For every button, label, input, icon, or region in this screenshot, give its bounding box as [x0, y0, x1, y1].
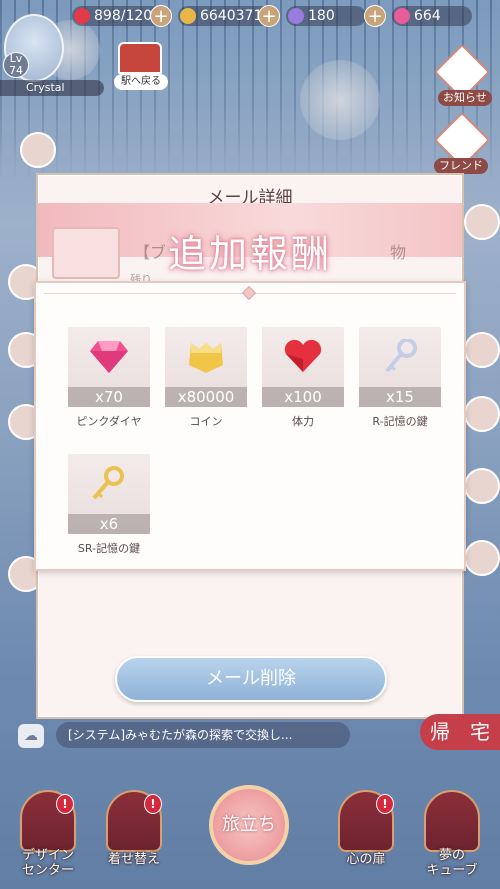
player-name: Crystal	[0, 80, 104, 96]
stamina-counter: 898/120	[72, 6, 162, 26]
dream-cube-button[interactable]	[424, 790, 480, 852]
silver-key-icon	[385, 339, 417, 373]
add-purple-gem-button[interactable]: +	[364, 5, 386, 27]
return-station-button[interactable]: 駅へ戻る	[114, 40, 168, 90]
reward-item-box: x70	[68, 327, 150, 407]
add-stamina-button[interactable]: +	[150, 5, 172, 27]
reward-panel: x70 ピンクダイヤ x80000 コイン x100 体力 x15 R-記憶の鍵…	[34, 281, 466, 571]
dress-up-label: 着せ替え	[107, 852, 160, 867]
gold-key-icon	[92, 466, 124, 500]
tabidachi-button[interactable]: 旅立ち	[209, 785, 289, 865]
dream-cube-label: 夢の キューブ	[426, 848, 478, 878]
reward-item[interactable]: x100 体力	[262, 327, 344, 429]
reward-name: ピンクダイヤ	[76, 415, 142, 428]
reward-quantity: x15	[359, 387, 441, 407]
coin-icon	[180, 8, 196, 24]
friends-label: フレンド	[434, 158, 488, 174]
purple-gem-counter: 180	[286, 6, 366, 26]
pink-gem-counter: 664	[392, 6, 472, 26]
reward-item[interactable]: x6 SR-記憶の鍵	[68, 454, 150, 556]
ornament-icon	[241, 285, 257, 301]
design-center-label: デザイン センター	[21, 848, 74, 878]
pink-gem-icon	[394, 8, 410, 24]
notification-badge: !	[144, 794, 162, 814]
side-button[interactable]	[464, 396, 500, 432]
heart-icon	[284, 339, 322, 372]
reward-name: 体力	[292, 415, 314, 428]
player-level-badge: Lv 74	[3, 52, 29, 78]
reward-quantity: x100	[262, 387, 344, 407]
side-button[interactable]	[464, 468, 500, 504]
delete-mail-button[interactable]: メール削除	[115, 656, 387, 702]
reward-name: コイン	[189, 415, 223, 428]
heart-icon	[74, 8, 90, 24]
reward-title: 追加報酬	[167, 232, 332, 276]
reward-quantity: x70	[68, 387, 150, 407]
home-button[interactable]: 帰 宅	[420, 714, 500, 750]
train-icon	[118, 42, 162, 74]
reward-quantity: x80000	[165, 387, 247, 407]
reward-item[interactable]: x15 R-記憶の鍵	[359, 327, 441, 429]
system-chat-message[interactable]: [システム]みゃむたが森の探索で交換し...	[56, 722, 350, 748]
notification-badge: !	[376, 794, 394, 814]
side-button[interactable]	[464, 332, 500, 368]
reward-name: R-記憶の鍵	[372, 415, 428, 428]
reward-item-box: x80000	[165, 327, 247, 407]
purple-gem-icon	[288, 8, 304, 24]
reward-quantity: x6	[68, 514, 150, 534]
pink-diamond-icon	[90, 341, 128, 373]
chat-icon[interactable]: ☁	[18, 724, 44, 748]
reward-item-box: x15	[359, 327, 441, 407]
coin-icon	[189, 343, 223, 373]
reward-name: SR-記憶の鍵	[77, 542, 141, 555]
reward-item[interactable]: x70 ピンクダイヤ	[68, 327, 150, 429]
notification-badge: !	[56, 794, 74, 814]
reward-item-box: x6	[68, 454, 150, 534]
reward-item-box: x100	[262, 327, 344, 407]
reward-item[interactable]: x80000 コイン	[165, 327, 247, 429]
add-coin-button[interactable]: +	[258, 5, 280, 27]
news-label: お知らせ	[438, 90, 492, 106]
side-button[interactable]	[20, 132, 56, 168]
side-button[interactable]	[464, 540, 500, 576]
heart-door-label: 心の扉	[346, 852, 386, 867]
